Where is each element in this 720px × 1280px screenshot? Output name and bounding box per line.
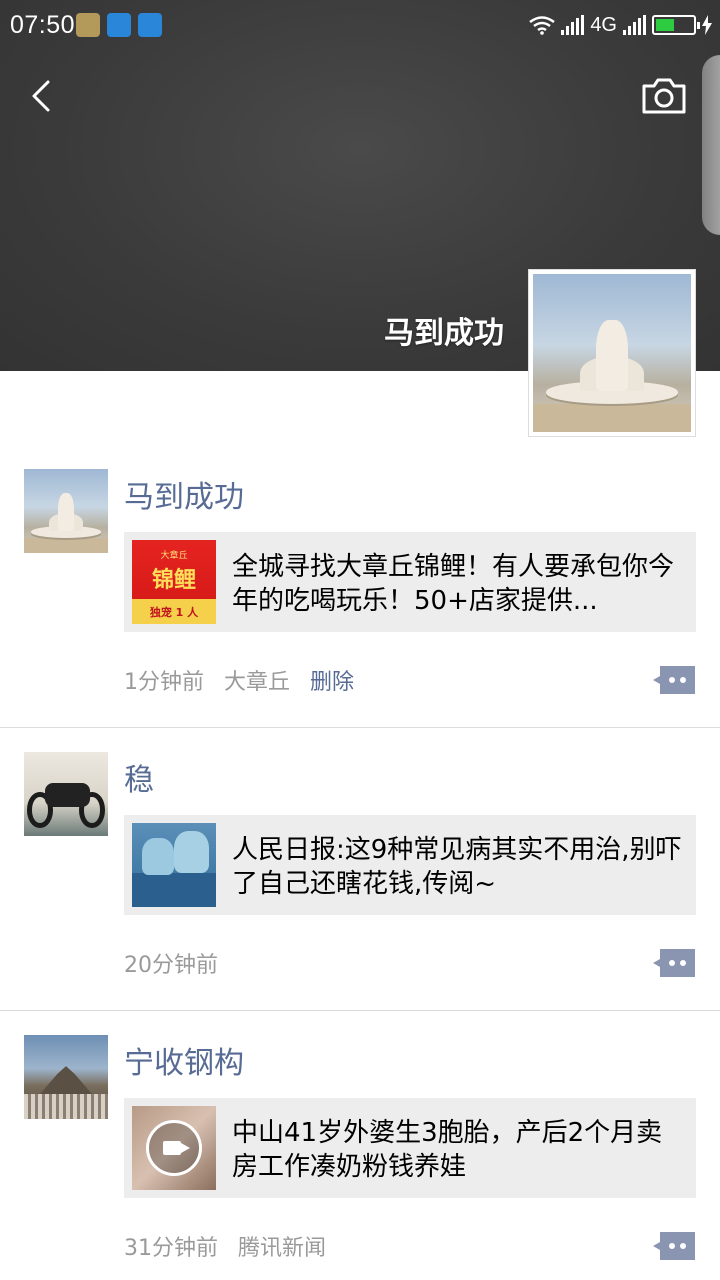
link-title: 中山41岁外婆生3胞胎，产后2个月卖房工作凑奶粉钱养娃	[232, 1118, 663, 1182]
post-meta: 31分钟前 腾讯新闻	[124, 1230, 326, 1262]
comment-icon[interactable]	[652, 948, 696, 978]
app-notification-icon	[107, 13, 131, 37]
thumbnail-badge: 独宠 1 人	[149, 606, 199, 619]
post-location[interactable]: 大章丘	[224, 664, 290, 696]
charging-icon	[702, 15, 712, 35]
author-name[interactable]: 宁收钢构	[124, 1038, 244, 1082]
status-bar: 07:50 4G	[0, 0, 720, 50]
comment-icon[interactable]	[652, 1231, 696, 1261]
author-avatar[interactable]	[24, 752, 108, 836]
post-source[interactable]: 腾讯新闻	[238, 1230, 326, 1262]
author-avatar[interactable]	[24, 1035, 108, 1119]
post-meta: 1分钟前 大章丘 删除	[124, 664, 354, 696]
author-name[interactable]: 稳	[124, 755, 154, 799]
thumbnail-headline: 锦鲤	[151, 568, 196, 593]
statue-photo	[533, 274, 691, 432]
network-type: 4G	[590, 13, 617, 36]
status-indicators: 4G	[529, 10, 712, 40]
shared-link-card[interactable]: 大章丘 锦鲤 独宠 1 人 全城寻找大章丘锦鲤！有人要承包你今年的吃喝玩乐！50…	[124, 532, 696, 632]
moments-page: 07:50 4G 马到成功 马到成功 大章丘 锦鲤 独宠 1 人 全城寻找大章丘…	[0, 0, 720, 1280]
link-thumbnail	[132, 823, 216, 907]
post-time: 31分钟前	[124, 1236, 218, 1261]
back-arrow-icon[interactable]	[24, 76, 64, 116]
shared-link-card[interactable]: 人民日报:这9种常见病其实不用治,别吓了自己还瞎花钱,传阅~	[124, 815, 696, 915]
profile-avatar[interactable]	[528, 269, 696, 437]
hill-town-photo	[24, 1035, 108, 1119]
author-avatar[interactable]	[24, 469, 108, 553]
link-title: 人民日报:这9种常见病其实不用治,别吓了自己还瞎花钱,传阅~	[232, 835, 682, 899]
wifi-icon	[529, 16, 556, 35]
statue-photo	[24, 469, 108, 553]
post-meta: 20分钟前	[124, 947, 218, 979]
link-thumbnail: 大章丘 锦鲤 独宠 1 人	[132, 540, 216, 624]
divider	[0, 727, 720, 728]
battery-icon	[652, 15, 700, 35]
shared-link-card[interactable]: 中山41岁外婆生3胞胎，产后2个月卖房工作凑奶粉钱养娃	[124, 1098, 696, 1198]
link-thumbnail	[132, 1106, 216, 1190]
signal-icon	[561, 15, 585, 35]
app-notification-icon	[138, 13, 162, 37]
author-name[interactable]: 马到成功	[124, 472, 244, 516]
profile-name[interactable]: 马到成功	[384, 308, 504, 352]
status-time: 07:50	[10, 11, 76, 39]
signal-icon	[623, 15, 646, 35]
delete-link[interactable]: 删除	[310, 664, 354, 696]
video-play-icon	[146, 1120, 202, 1176]
camera-icon[interactable]	[640, 76, 688, 116]
divider	[0, 1010, 720, 1011]
thumbnail-caption: 大章丘	[160, 551, 188, 561]
link-title: 全城寻找大章丘锦鲤！有人要承包你今年的吃喝玩乐！50+店家提供...	[232, 552, 675, 616]
motorcycle-photo	[24, 752, 108, 836]
post-time: 20分钟前	[124, 953, 218, 978]
side-handle[interactable]	[702, 55, 720, 235]
post-time: 1分钟前	[124, 670, 204, 695]
app-notification-icon	[76, 13, 100, 37]
comment-icon[interactable]	[652, 665, 696, 695]
